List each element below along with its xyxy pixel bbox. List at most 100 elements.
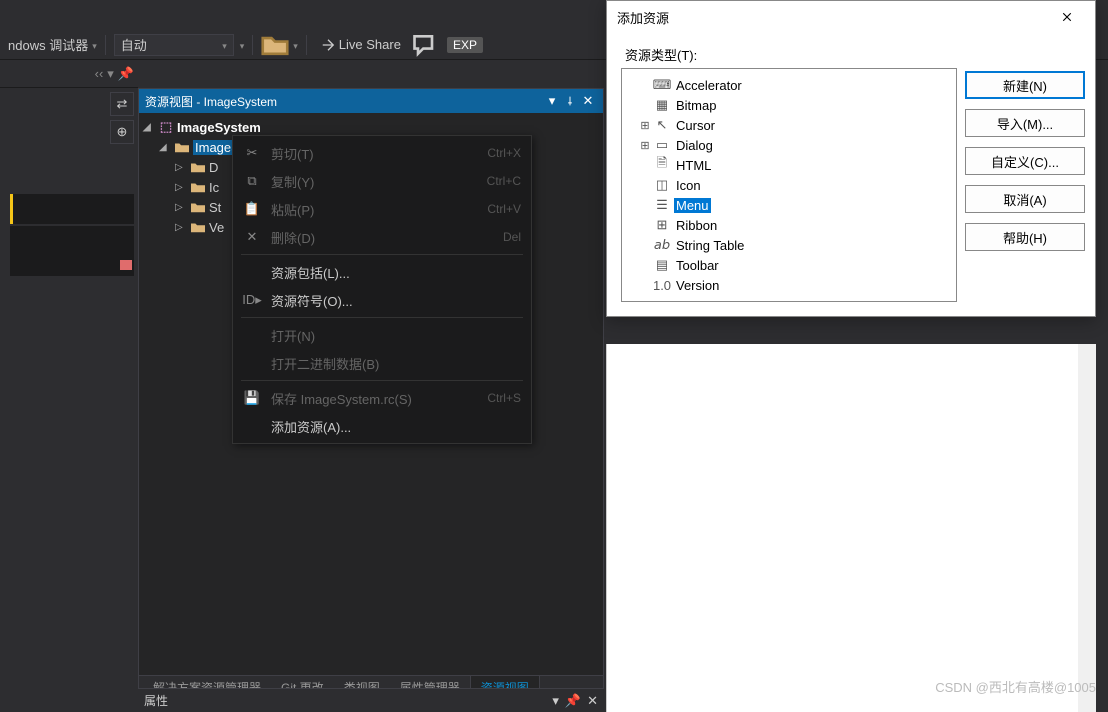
- type-icon: ⊞: [653, 217, 671, 233]
- menu-item-label: 打开二进制数据(B): [271, 354, 511, 373]
- menu-item-label: 资源符号(O)...: [271, 291, 511, 310]
- dropdown-icon[interactable]: ▾: [552, 693, 559, 709]
- context-menu: ✂剪切(T)Ctrl+X⧉复制(Y)Ctrl+C📋粘贴(P)Ctrl+V✕删除(…: [232, 135, 532, 444]
- exp-badge: EXP: [447, 37, 483, 53]
- menu-item-shortcut: Del: [503, 230, 521, 244]
- chevron-down-icon[interactable]: [240, 37, 245, 52]
- resource-type-item[interactable]: ◫Icon: [626, 175, 952, 195]
- import-button[interactable]: 导入(M)...: [965, 109, 1085, 137]
- chevron-down-icon: [222, 37, 227, 52]
- resource-type-item[interactable]: ▤Toolbar: [626, 255, 952, 275]
- type-label: HTML: [674, 158, 713, 173]
- pin-icon[interactable]: 📌: [118, 66, 134, 82]
- type-icon: 𝘢𝘣: [653, 237, 671, 253]
- left-sidebar: ‹‹ ▾ 📌 ⇄ ⊕: [0, 60, 138, 700]
- separator: [105, 35, 106, 55]
- menu-item[interactable]: 资源包括(L)...: [233, 258, 531, 286]
- resource-type-item[interactable]: 𝘢𝘣String Table: [626, 235, 952, 255]
- type-icon: ▤: [653, 257, 671, 273]
- type-label: String Table: [674, 238, 746, 253]
- type-label: Accelerator: [674, 78, 744, 93]
- pin-icon[interactable]: 📌: [565, 693, 581, 709]
- tab-stub[interactable]: [10, 194, 134, 224]
- tree-label: Ic: [209, 180, 219, 195]
- chevron-down-icon[interactable]: [92, 37, 97, 52]
- folder-open-icon[interactable]: [261, 34, 289, 56]
- resource-type-item[interactable]: ⊞↖Cursor: [626, 115, 952, 135]
- menu-item: ✕删除(D)Del: [233, 223, 531, 251]
- resource-type-list[interactable]: ⌨Accelerator▦Bitmap⊞↖Cursor⊞▭Dialog🗎HTML…: [621, 68, 957, 302]
- type-icon: ▭: [653, 137, 671, 153]
- chevron-left-icon[interactable]: ‹‹: [95, 66, 104, 81]
- autohide-icon[interactable]: ▾: [107, 66, 114, 82]
- dropdown-icon[interactable]: ▾: [543, 92, 561, 110]
- resource-type-item[interactable]: ⌨Accelerator: [626, 75, 952, 95]
- separator: [252, 35, 253, 55]
- menu-item-label: 保存 ImageSystem.rc(S): [271, 389, 477, 408]
- config-value: 自动: [121, 35, 147, 54]
- menu-item-label: 删除(D): [271, 228, 493, 247]
- liveshare-button[interactable]: Live Share: [315, 35, 407, 54]
- menu-item-shortcut: Ctrl+V: [487, 202, 521, 216]
- close-icon[interactable]: ✕: [579, 92, 597, 110]
- resource-type-item[interactable]: 1.0Version: [626, 275, 952, 295]
- type-icon: 1.0: [653, 277, 671, 293]
- add-resource-dialog: 添加资源 资源类型(T): ⌨Accelerator▦Bitmap⊞↖Curso…: [606, 0, 1096, 317]
- anchor-icon[interactable]: ⊕: [110, 120, 134, 144]
- chevron-down-icon[interactable]: [293, 37, 298, 52]
- menu-item: 💾保存 ImageSystem.rc(S)Ctrl+S: [233, 384, 531, 412]
- resource-type-item[interactable]: 🗎HTML: [626, 155, 952, 175]
- type-icon: 🗎: [653, 157, 671, 173]
- resource-type-item[interactable]: ⊞Ribbon: [626, 215, 952, 235]
- paste-icon: 📋: [243, 201, 261, 217]
- tab-stub[interactable]: [10, 226, 134, 276]
- config-combo[interactable]: 自动: [114, 34, 234, 56]
- type-label: 资源类型(T):: [621, 41, 957, 68]
- save-icon: 💾: [243, 390, 261, 406]
- marker-icon: [120, 260, 132, 270]
- type-label: Icon: [674, 178, 703, 193]
- liveshare-label: Live Share: [339, 37, 401, 52]
- type-label: Bitmap: [674, 98, 718, 113]
- pin-icon[interactable]: [561, 92, 579, 110]
- menu-item-label: 资源包括(L)...: [271, 263, 511, 282]
- folder-icon: [190, 219, 206, 235]
- custom-button[interactable]: 自定义(C)...: [965, 147, 1085, 175]
- cancel-button[interactable]: 取消(A): [965, 185, 1085, 213]
- separator: [306, 35, 307, 55]
- menu-separator: [241, 254, 523, 255]
- tree-project-node[interactable]: ◢ ⬚ ImageSystem: [139, 117, 603, 137]
- dialog-close-button[interactable]: [1049, 3, 1085, 31]
- feedback-icon[interactable]: [411, 34, 439, 56]
- menu-item[interactable]: ID▸资源符号(O)...: [233, 286, 531, 314]
- tree-label: D: [209, 160, 218, 175]
- expand-icon: ⊞: [640, 139, 650, 152]
- cut-icon: ✂: [243, 145, 261, 161]
- type-label: Dialog: [674, 138, 715, 153]
- expand-icon: ⊞: [640, 119, 650, 132]
- swap-icon[interactable]: ⇄: [110, 92, 134, 116]
- scrollbar[interactable]: [1078, 344, 1096, 712]
- resource-type-item[interactable]: ☰Menu: [626, 195, 952, 215]
- menu-item[interactable]: 添加资源(A)...: [233, 412, 531, 440]
- resource-type-item[interactable]: ⊞▭Dialog: [626, 135, 952, 155]
- close-icon[interactable]: ✕: [587, 693, 598, 709]
- folder-icon: [190, 179, 206, 195]
- folder-icon: [190, 159, 206, 175]
- type-icon: ⌨: [653, 77, 671, 93]
- new-button[interactable]: 新建(N): [965, 71, 1085, 99]
- type-label: Menu: [674, 198, 711, 213]
- tree-label: Ve: [209, 220, 224, 235]
- menu-item-label: 剪切(T): [271, 144, 477, 163]
- help-button[interactable]: 帮助(H): [965, 223, 1085, 251]
- menu-item-label: 复制(Y): [271, 172, 477, 191]
- dialog-header: 添加资源: [607, 1, 1095, 33]
- dialog-button-column: 新建(N) 导入(M)... 自定义(C)... 取消(A) 帮助(H): [965, 41, 1085, 302]
- type-label: Version: [674, 278, 721, 293]
- resource-type-item[interactable]: ▦Bitmap: [626, 95, 952, 115]
- type-icon: ↖: [653, 117, 671, 133]
- type-label: Ribbon: [674, 218, 719, 233]
- properties-title: 属性: [144, 692, 552, 709]
- menu-item: ⧉复制(Y)Ctrl+C: [233, 167, 531, 195]
- menu-item: ✂剪切(T)Ctrl+X: [233, 139, 531, 167]
